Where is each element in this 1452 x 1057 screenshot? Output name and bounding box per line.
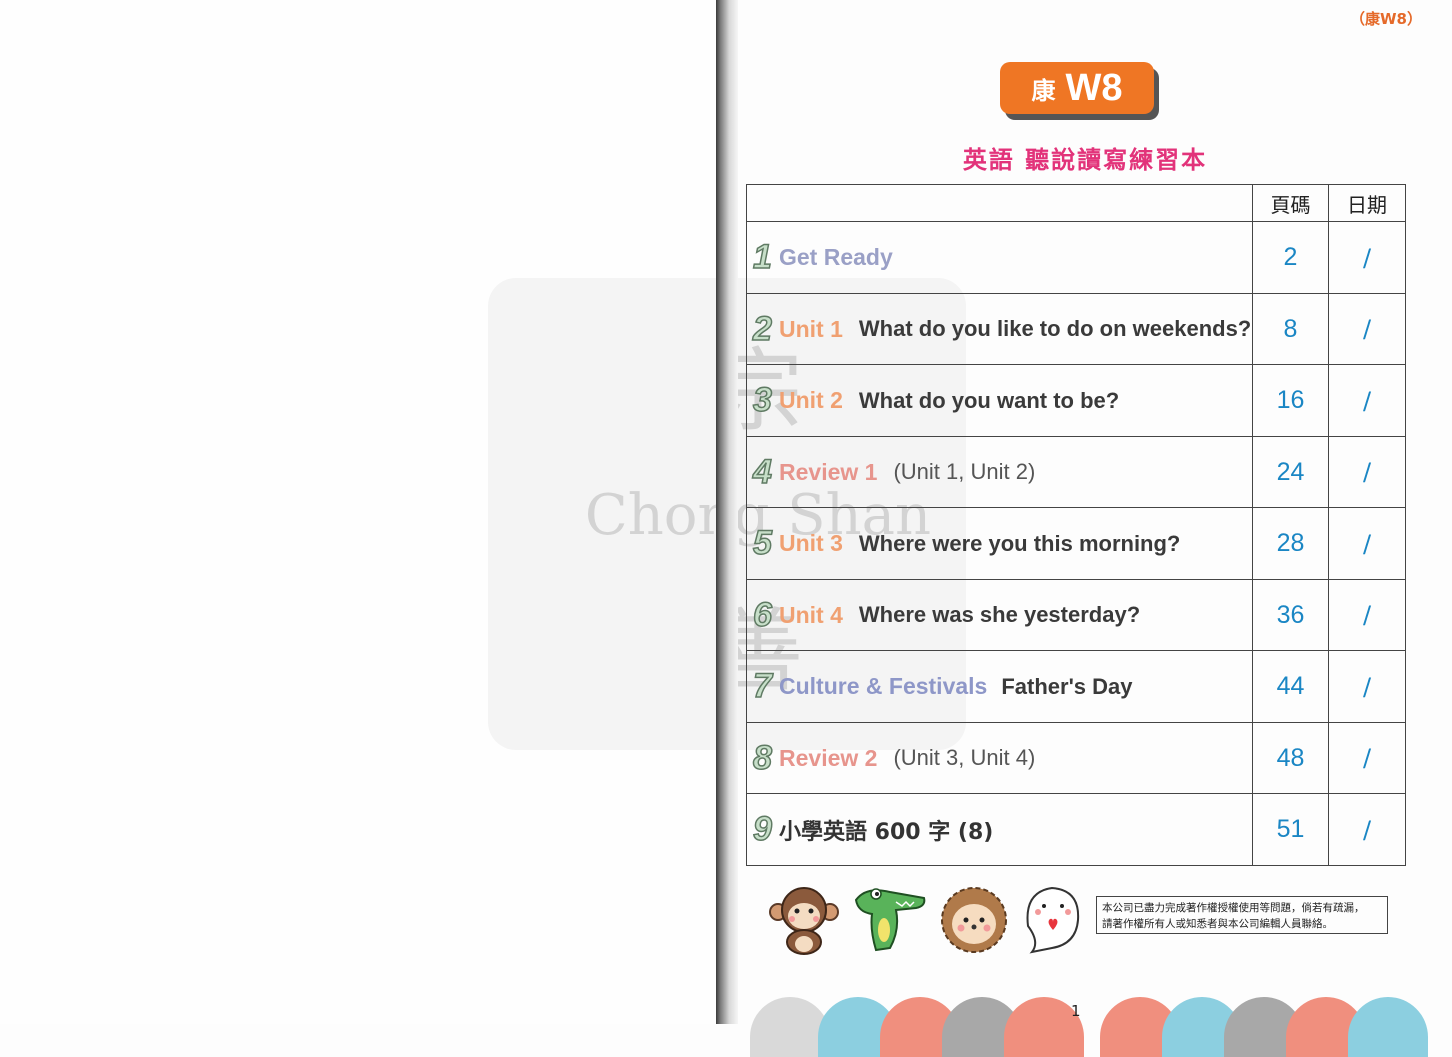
row-page: 16 [1252,364,1329,437]
row-date: / [1328,364,1406,437]
book-subtitle: 英語 聽說讀寫練習本 [962,146,1208,174]
row-date: / [1328,793,1406,866]
header-title-blank [746,183,1253,223]
crocodile-icon [854,888,926,952]
row-label: Unit 1 [779,315,843,342]
table-row: 5 Unit 3 Where were you this morning? 28… [746,507,1406,580]
row-description: Where was she yesterday? [858,602,1141,628]
row-page: 28 [1252,507,1329,580]
row-date: / [1328,650,1406,723]
row-label: Review 1 [779,458,878,485]
row-number: 5 [752,523,772,563]
row-date: / [1328,721,1406,795]
row-page: 44 [1252,650,1329,723]
wave-shape [1348,997,1428,1057]
row-number: 7 [752,666,772,706]
table-row: 4 Review 1 (Unit 1, Unit 2) 24 / [746,435,1406,509]
header-date: 日期 [1328,183,1406,223]
row-date: / [1328,507,1406,580]
row-number: 8 [752,738,772,778]
table-row: 3 Unit 2 What do you want to be? 16 / [746,364,1406,437]
row-description: What do you want to be? [858,387,1120,413]
row-page: 2 [1252,221,1329,294]
table-row: 7 Culture & Festivals Father's Day 44 / [746,650,1406,723]
row-label: Unit 4 [779,601,843,628]
table-row: 1 Get Ready 2 / [746,221,1406,294]
row-date: / [1328,221,1406,294]
corner-code: （康W8） [1350,10,1422,28]
notice-line-2: 請著作權所有人或知悉者與本公司編輯人員聯絡。 [1102,918,1333,930]
row-page: 36 [1252,578,1329,652]
book-spine [716,0,738,1024]
row-page: 8 [1252,292,1329,366]
row-description: What do you like to do on weekends? [858,316,1252,342]
monkey-icon [769,887,839,955]
book-badge: 康 W8 [1000,62,1154,114]
row-page: 48 [1252,721,1329,795]
row-description: Where were you this morning? [858,530,1181,556]
table-row: 9 小學英語 600 字 (8) 51 / [746,793,1406,866]
row-number: 9 [752,809,772,849]
seal-icon [1026,886,1080,954]
row-label: Get Ready [779,244,893,271]
row-number: 4 [752,452,772,492]
row-number: 3 [752,380,772,420]
row-label: Unit 2 [779,387,843,414]
row-page: 24 [1252,435,1329,509]
row-number: 6 [752,595,772,635]
row-description: (Unit 3, Unit 4) [893,745,1036,771]
row-label: Review 2 [779,744,878,771]
table-row: 2 Unit 1 What do you like to do on weeke… [746,292,1406,366]
header-page: 頁碼 [1252,183,1329,223]
page-number: 1 [1071,1002,1081,1020]
row-description: (Unit 1, Unit 2) [893,459,1036,485]
hedgehog-icon [941,887,1007,953]
row-label: Culture & Festivals [779,673,988,700]
row-date: / [1328,292,1406,366]
row-label: Unit 3 [779,530,843,557]
badge-prefix: 康 [1031,76,1056,105]
row-label: 小學英語 600 字 (8) [779,819,994,845]
row-date: / [1328,435,1406,509]
row-date: / [1328,578,1406,652]
table-header-row: 頁碼 日期 [746,183,1406,223]
table-row: 6 Unit 4 Where was she yesterday? 36 / [746,578,1406,652]
row-page: 51 [1252,793,1329,866]
contents-table: 頁碼 日期 1 Get Ready 2 / 2 Unit 1 What do y… [746,183,1406,866]
notice-line-1: 本公司已盡力完成著作權授權使用等問題，倘若有疏漏， [1102,902,1365,914]
badge-code: W8 [1065,66,1123,109]
table-row: 8 Review 2 (Unit 3, Unit 4) 48 / [746,721,1406,795]
copyright-notice: 本公司已盡力完成著作權授權使用等問題，倘若有疏漏， 請著作權所有人或知悉者與本公… [1096,896,1388,934]
row-description: Father's Day [1001,673,1133,699]
row-number: 1 [752,237,772,277]
row-number: 2 [752,309,772,349]
